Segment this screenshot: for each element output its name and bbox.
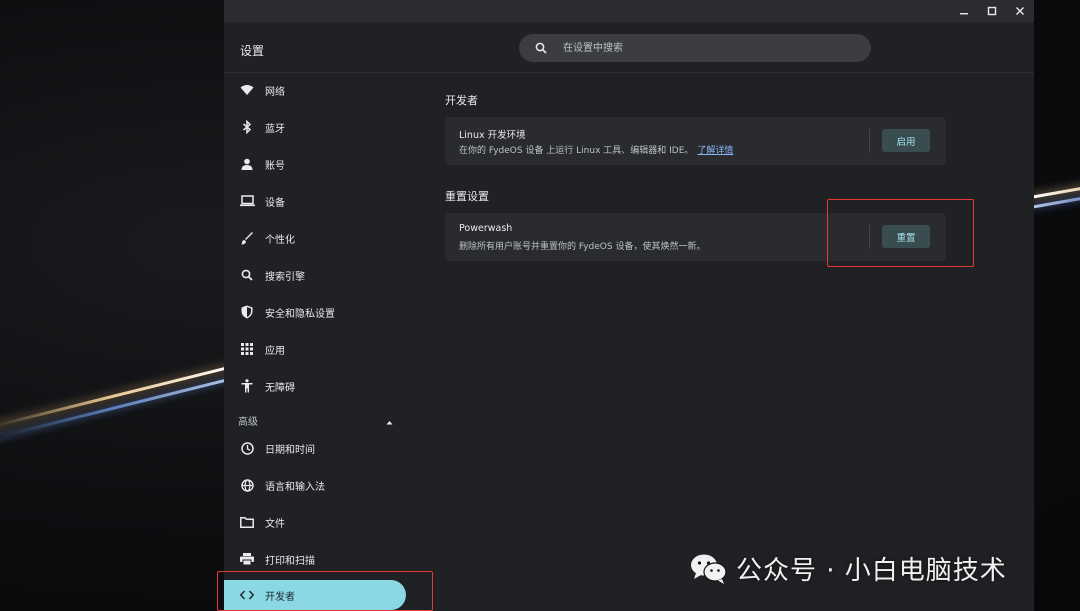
advanced-collapse-toggle[interactable]	[384, 414, 394, 424]
wallpaper-light-streak	[0, 362, 243, 431]
sidebar-item-label: 文件	[265, 518, 285, 530]
sidebar-item-language-input[interactable]: 语言和输入法	[224, 470, 414, 500]
learn-more-link[interactable]: 了解详情	[697, 146, 733, 156]
sidebar-item-security-privacy[interactable]: 安全和隐私设置	[224, 297, 414, 327]
advanced-section-label: 高级	[238, 417, 258, 428]
wallpaper-light-streak	[1029, 182, 1080, 199]
settings-window: 设置 网络 蓝牙 账号	[224, 0, 1034, 611]
accessibility-icon	[239, 378, 255, 394]
linux-dev-env-card: Linux 开发环境 在你的 FydeOS 设备 上运行 Linux 工具、编辑…	[445, 117, 946, 165]
code-icon	[239, 587, 255, 603]
close-button[interactable]	[1006, 0, 1034, 22]
sidebar-item-label: 语言和输入法	[265, 481, 325, 493]
sidebar-item-label: 设备	[265, 197, 285, 209]
sidebar-item-search-engine[interactable]: 搜索引擎	[224, 260, 414, 290]
search-icon	[239, 267, 255, 283]
sidebar-item-label: 个性化	[265, 234, 295, 246]
sidebar-item-date-time[interactable]: 日期和时间	[224, 433, 414, 463]
card-divider	[869, 129, 870, 153]
watermark: 公众号 · 小白电脑技术	[690, 550, 1007, 587]
printer-icon	[239, 551, 255, 567]
laptop-icon	[239, 193, 255, 209]
sidebar-item-print-scan[interactable]: 打印和扫描	[224, 544, 414, 574]
sidebar-item-label: 打印和扫描	[265, 555, 315, 567]
reset-section-title: 重置设置	[445, 190, 489, 203]
search-box[interactable]	[519, 34, 871, 62]
maximize-icon	[987, 6, 997, 16]
powerwash-card: Powerwash 删除所有用户账号并重置你的 FydeOS 设备，使其焕然一新…	[445, 213, 946, 261]
sidebar-item-files[interactable]: 文件	[224, 507, 414, 537]
sidebar-nav: 网络 蓝牙 账号 设备 个性化 搜索引擎 安全和隐私设置 应用 无障碍 高级 日…	[224, 72, 414, 611]
title-bar	[224, 0, 1034, 22]
sidebar-item-label: 应用	[265, 345, 285, 357]
chevron-up-icon	[386, 410, 393, 429]
close-icon	[1015, 6, 1025, 16]
search-icon	[535, 42, 547, 54]
sidebar-item-network[interactable]: 网络	[224, 75, 414, 105]
sidebar-item-bluetooth[interactable]: 蓝牙	[224, 112, 414, 142]
sidebar-item-label: 无障碍	[265, 382, 295, 394]
developer-section-title: 开发者	[445, 94, 478, 107]
apps-grid-icon	[239, 341, 255, 357]
folder-icon	[239, 514, 255, 530]
sidebar-item-developer[interactable]: 开发者	[224, 580, 406, 610]
search-input[interactable]	[561, 41, 845, 55]
maximize-button[interactable]	[978, 0, 1006, 22]
minimize-button[interactable]	[950, 0, 978, 22]
bluetooth-icon	[239, 119, 255, 135]
wallpaper-light-streak	[0, 374, 243, 443]
sidebar-item-label: 账号	[265, 160, 285, 172]
wifi-icon	[239, 82, 255, 98]
sidebar-item-label: 网络	[265, 86, 285, 98]
sidebar-item-device[interactable]: 设备	[224, 186, 414, 216]
card-description-text: 在你的 FydeOS 设备 上运行 Linux 工具、编辑器和 IDE。	[459, 146, 694, 156]
card-description: 删除所有用户账号并重置你的 FydeOS 设备，使其焕然一新。	[459, 242, 706, 252]
page-title: 设置	[240, 44, 265, 58]
card-description: 在你的 FydeOS 设备 上运行 Linux 工具、编辑器和 IDE。 了解详情	[459, 143, 733, 156]
card-divider	[869, 225, 870, 249]
clock-icon	[239, 440, 255, 456]
sidebar-item-label: 搜索引擎	[265, 271, 305, 283]
card-title: Powerwash	[459, 223, 513, 234]
watermark-text: 公众号 · 小白电脑技术	[736, 556, 1007, 586]
sidebar-item-accounts[interactable]: 账号	[224, 149, 414, 179]
sidebar-item-personalization[interactable]: 个性化	[224, 223, 414, 253]
enable-linux-button[interactable]: 启用	[882, 129, 930, 152]
sidebar-item-label: 日期和时间	[265, 444, 315, 456]
card-title: Linux 开发环境	[459, 130, 526, 141]
wechat-icon	[690, 553, 728, 585]
powerwash-reset-button[interactable]: 重置	[882, 225, 930, 248]
sidebar-item-label: 蓝牙	[265, 123, 285, 135]
minimize-icon	[959, 6, 969, 16]
sidebar-item-accessibility[interactable]: 无障碍	[224, 371, 414, 401]
globe-icon	[239, 477, 255, 493]
settings-header: 设置	[224, 22, 1034, 73]
sidebar-item-label: 开发者	[265, 591, 295, 603]
shield-icon	[239, 304, 255, 320]
brush-icon	[239, 230, 255, 246]
person-icon	[239, 156, 255, 172]
sidebar-item-label: 安全和隐私设置	[265, 308, 335, 320]
sidebar-item-apps[interactable]: 应用	[224, 334, 414, 364]
